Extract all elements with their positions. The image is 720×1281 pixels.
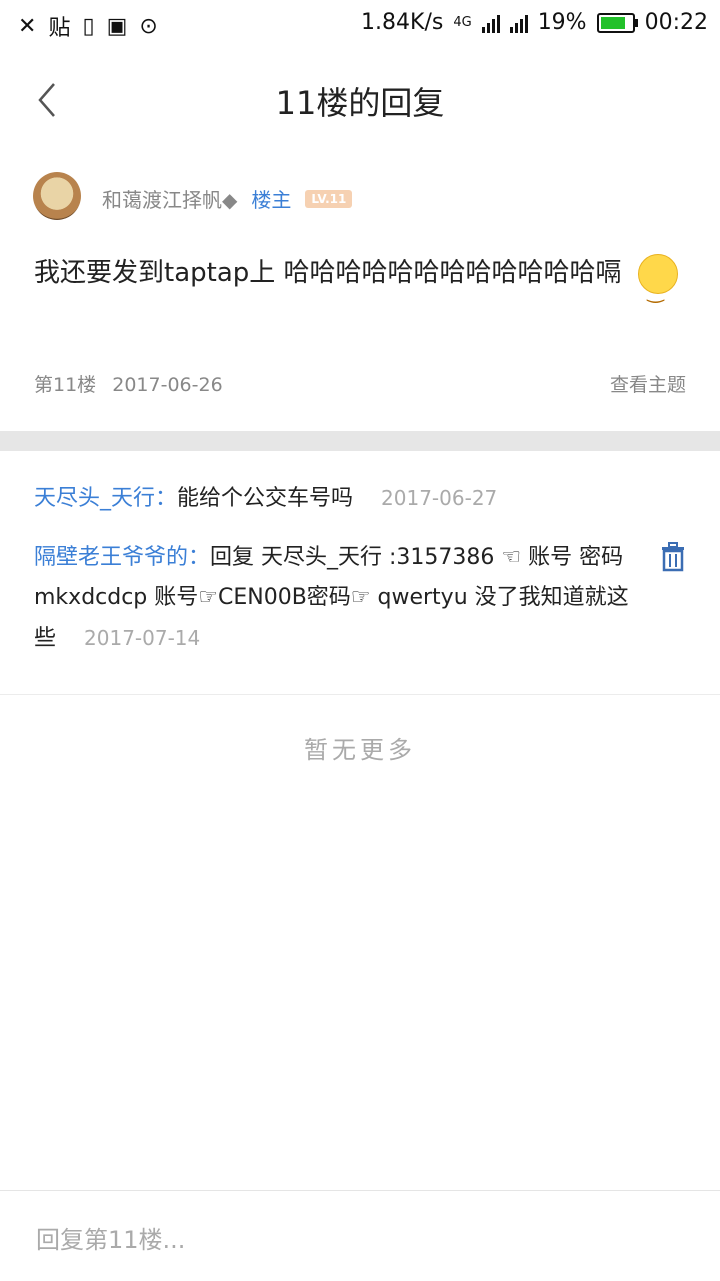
reply-item[interactable]: 隔壁老王爷爷的：回复 天尽头_天行 :3157386 ☜ 账号 密码mkxdcd… — [34, 538, 634, 659]
clock: 00:22 — [644, 10, 708, 35]
reply-bar — [0, 1190, 720, 1281]
status-bar: ✕ 贴 ▯ ▣ ⊙ 1.84K/s 4G 19% 00:22 — [0, 0, 720, 50]
post-content-text: 我还要发到taptap上 哈哈哈哈哈哈哈哈哈哈哈哈嗝 — [34, 258, 622, 288]
network-type: 4G — [453, 15, 472, 30]
reply-input[interactable] — [34, 1219, 688, 1261]
reply-author[interactable]: 天尽头_天行： — [34, 486, 177, 511]
post-meta: 第11楼 2017-06-26 — [34, 370, 223, 397]
signal-icon-2 — [509, 13, 528, 33]
battery-icon — [596, 12, 638, 33]
reply-item[interactable]: 天尽头_天行：能给个公交车号吗 2017-06-27 — [34, 478, 674, 519]
alert-icon: ▯ — [82, 13, 95, 39]
section-divider — [0, 431, 720, 451]
signal-icon — [481, 13, 500, 33]
reply-author[interactable]: 隔壁老王爷爷的： — [34, 545, 210, 570]
post-username[interactable]: 和蔼渡江择帆◆ — [102, 184, 237, 213]
battery-percent: 19% — [537, 10, 587, 35]
post-content: 我还要发到taptap上 哈哈哈哈哈哈哈哈哈哈哈哈嗝 — [34, 246, 684, 318]
post-user-line: 和蔼渡江择帆◆ 楼主 LV.11 — [102, 184, 353, 213]
reply-date: 2017-06-27 — [381, 486, 498, 510]
floor-label: 第11楼 — [34, 374, 97, 396]
network-speed: 1.84K/s — [361, 10, 444, 35]
smile-emoji-icon — [637, 253, 678, 318]
image-icon: ▣ — [106, 13, 128, 39]
status-bar-left: ✕ 贴 ▯ ▣ ⊙ — [18, 10, 158, 42]
owner-label: 楼主 — [251, 188, 292, 212]
header: 11楼的回复 — [0, 60, 720, 140]
post-date: 2017-06-26 — [112, 374, 223, 396]
level-badge: LV.11 — [305, 189, 353, 208]
tieba-icon: 贴 — [48, 16, 71, 41]
no-more-label: 暂无更多 — [304, 736, 416, 764]
view-topic-link[interactable]: 查看主题 — [610, 370, 686, 397]
reply-list-separator — [0, 694, 720, 695]
original-post: 和蔼渡江择帆◆ 楼主 LV.11 我还要发到taptap上 哈哈哈哈哈哈哈哈哈哈… — [0, 160, 720, 430]
reply-text: 能给个公交车号吗 — [177, 486, 354, 511]
avatar[interactable] — [33, 172, 81, 220]
page-title: 11楼的回复 — [275, 84, 445, 122]
status-bar-right: 1.84K/s 4G 19% 00:22 — [361, 10, 708, 35]
reply-date: 2017-07-14 — [84, 626, 201, 650]
notification-icon: ✕ — [18, 13, 37, 39]
delete-trash-icon[interactable] — [660, 542, 686, 572]
more-icon: ⊙ — [139, 13, 158, 39]
